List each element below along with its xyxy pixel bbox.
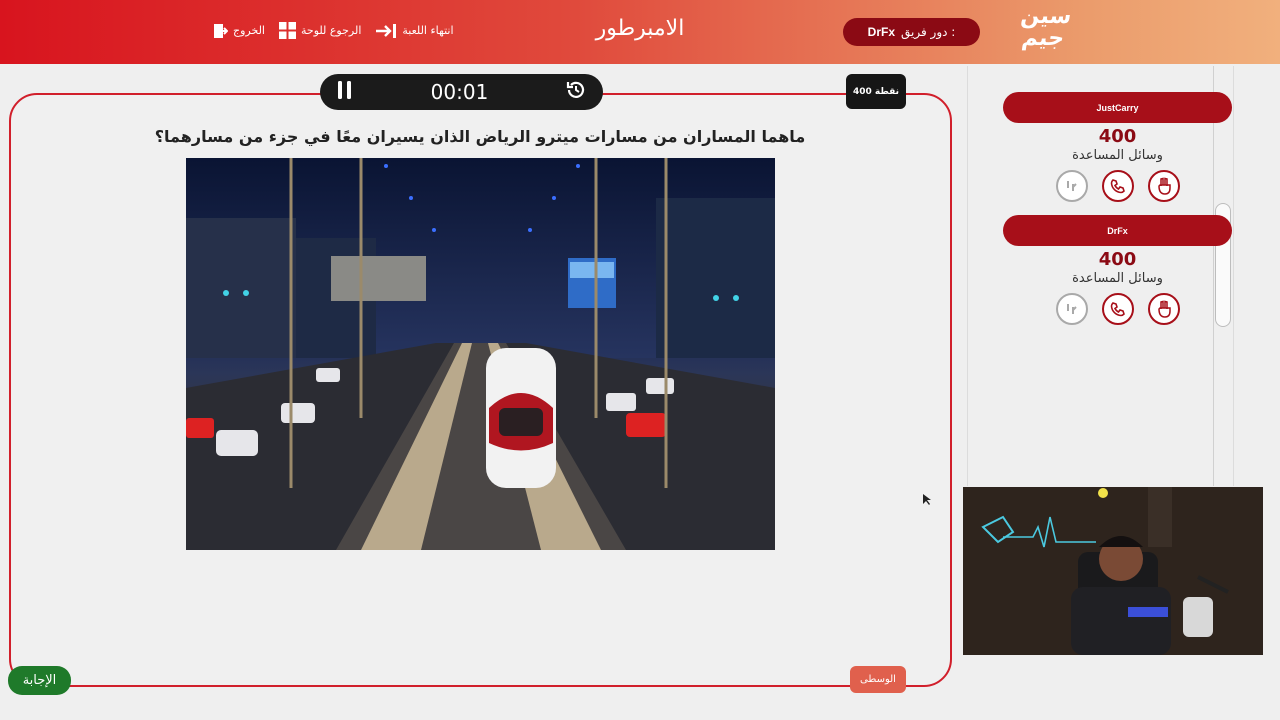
help-tools-row [1003, 170, 1232, 202]
category-badge: الوسطى [850, 666, 906, 693]
question-image [186, 158, 775, 550]
pause-icon [338, 81, 351, 99]
reset-timer-button[interactable] [565, 79, 587, 105]
two-answers-button[interactable] [1147, 293, 1180, 325]
mouse-cursor-icon [923, 494, 931, 505]
pitstop-icon [1066, 181, 1077, 191]
help-tools-row [1003, 293, 1232, 325]
phone-icon [1110, 302, 1125, 317]
team-score: 400 [1098, 126, 1137, 147]
metro-illustration [186, 158, 775, 550]
two-answers-icon [1157, 177, 1171, 195]
timer-display: 00:01 [430, 80, 489, 104]
team-turn-badge: DrFx دور فريق : [843, 18, 980, 46]
two-answers-button[interactable] [1147, 170, 1180, 202]
arrow-to-bar-icon [376, 23, 397, 38]
team-card-1: JustCarry 400 وسائل المساعدة [1003, 92, 1232, 202]
logo: سين جيم [1012, 4, 1075, 58]
points-badge: 400 نقطة [846, 74, 906, 109]
end-game-button[interactable]: انتهاء اللعبة [375, 23, 454, 39]
question-text: ماهما المساران من مسارات ميترو الرياض ال… [154, 127, 806, 146]
header-actions: الخروج الرجوع للوحة انتهاء اللعبة [212, 22, 454, 39]
game-title: الامبرطور [595, 16, 685, 41]
exit-label: الخروج [233, 24, 265, 37]
side-panel-border-right [1233, 66, 1234, 486]
logo-line-1: سين [1019, 4, 1074, 29]
exit-button[interactable]: الخروج [212, 23, 265, 39]
end-game-label: انتهاء اللعبة [402, 24, 454, 37]
restart-icon [566, 81, 585, 98]
timer-bar: 00:01 [320, 74, 603, 110]
side-panel-border-left [967, 66, 968, 486]
back-to-board-label: الرجوع للوحة [301, 24, 362, 37]
team-name: JustCarry [1003, 92, 1232, 123]
help-tools-label: وسائل المساعدة [1072, 271, 1163, 286]
answer-button[interactable]: الإجابة [8, 666, 71, 695]
help-tools-label: وسائل المساعدة [1072, 148, 1163, 163]
exit-icon [214, 23, 228, 38]
call-friend-button[interactable] [1101, 170, 1134, 202]
back-to-board-button[interactable]: الرجوع للوحة [279, 22, 361, 39]
top-bar: الخروج الرجوع للوحة انتهاء اللعبة الامبر… [0, 0, 1280, 64]
pitstop-icon [1066, 304, 1077, 314]
team-turn-name: DrFx [867, 25, 896, 39]
pause-button[interactable] [336, 80, 354, 104]
team-card-2: DrFx 400 وسائل المساعدة [1003, 215, 1232, 325]
phone-icon [1110, 179, 1125, 194]
webcam-overlay [963, 487, 1263, 655]
call-friend-button[interactable] [1101, 293, 1134, 325]
pitstop-button[interactable] [1055, 170, 1088, 202]
logo-line-2: جيم [1020, 26, 1066, 51]
team-name: DrFx [1003, 215, 1232, 246]
webcam-scene [963, 487, 1263, 655]
pitstop-button[interactable] [1055, 293, 1088, 325]
two-answers-icon [1157, 300, 1171, 318]
team-score: 400 [1098, 249, 1137, 270]
team-turn-label: دور فريق : [901, 25, 956, 39]
grid-icon [279, 22, 296, 39]
